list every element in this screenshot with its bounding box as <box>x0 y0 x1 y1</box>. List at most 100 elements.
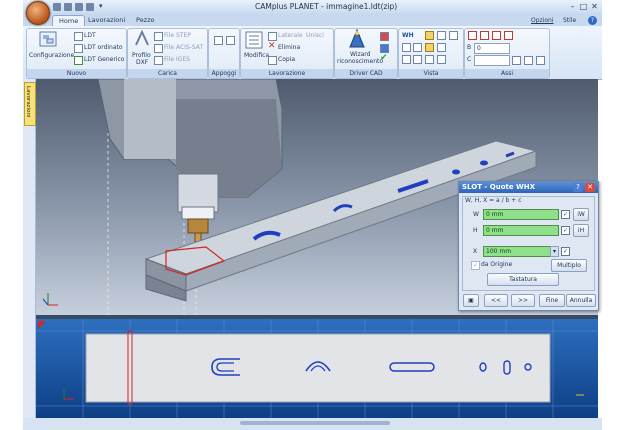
file-acis-icon <box>154 44 163 53</box>
h-input-button[interactable]: iH <box>573 224 589 237</box>
vista-top-icon[interactable] <box>449 31 458 40</box>
assi-link-icon[interactable] <box>536 56 545 65</box>
appoggi-edit-icon[interactable] <box>226 36 235 45</box>
tastatura-button[interactable]: Tastatura <box>487 273 559 286</box>
file-iges-icon <box>154 56 163 65</box>
x-label: X <box>473 248 478 255</box>
profilo-dxf-icon[interactable] <box>134 30 150 48</box>
w-label: W <box>473 211 479 218</box>
2d-scene <box>36 319 598 418</box>
minimize-icon[interactable]: – <box>568 2 577 11</box>
save-icon[interactable]: ▣ <box>463 294 479 307</box>
quick-access-dropdown-icon[interactable]: ▾ <box>99 2 103 10</box>
configurazione-button[interactable]: Configurazione <box>29 52 74 59</box>
group-lavorazione-label: Lavorazione <box>241 69 333 78</box>
w-input-button[interactable]: iW <box>573 208 589 221</box>
configurazione-icon[interactable] <box>38 30 58 48</box>
group-appoggi-label: Appoggi <box>209 69 239 78</box>
vista-wh-button[interactable]: WH <box>402 32 414 39</box>
horizontal-scrollbar[interactable] <box>240 421 390 425</box>
group-carica-label: Carica <box>128 69 207 78</box>
vista-front-icon[interactable] <box>437 31 446 40</box>
laterale-button[interactable]: Laterale <box>278 32 303 39</box>
modifica-button[interactable]: Modifica <box>244 52 269 59</box>
annulla-button[interactable]: Annulla <box>566 294 596 307</box>
vista-right-icon[interactable] <box>413 43 422 52</box>
da-origine-checkbox[interactable]: ✓ <box>471 261 480 270</box>
fine-button[interactable]: Fine <box>539 294 565 307</box>
copia-icon <box>268 56 277 65</box>
w-input[interactable]: 0 mm <box>483 209 559 220</box>
style-menu[interactable]: Stile <box>563 17 576 24</box>
assi-red-icon-4[interactable] <box>504 31 513 40</box>
file-iges-button[interactable]: File IGES <box>164 56 190 63</box>
group-nuovo-label: Nuovo <box>27 69 126 78</box>
assi-lock-icon[interactable] <box>524 56 533 65</box>
quick-access-save-icon[interactable] <box>75 3 83 11</box>
dialog-title: SLOT - Quote WHX <box>462 183 536 191</box>
vista-zoom-icon[interactable] <box>425 43 434 52</box>
copia-button[interactable]: Copia <box>278 56 295 63</box>
modifica-icon[interactable] <box>245 31 263 49</box>
unisci-button[interactable]: Unisci <box>306 32 324 39</box>
dialog-help-button[interactable]: ? <box>573 183 583 192</box>
tab-lavorazioni[interactable]: Lavorazioni <box>82 15 131 26</box>
application-menu-button[interactable] <box>26 1 50 25</box>
tab-pezzo[interactable]: Pezzo <box>130 15 161 26</box>
multiplo-button[interactable]: Multiplo <box>551 259 587 272</box>
elimina-icon: ✕ <box>268 41 276 51</box>
ldt-generico-icon <box>74 56 83 65</box>
next-button[interactable]: >> <box>511 294 535 307</box>
maximize-icon[interactable]: □ <box>579 2 588 11</box>
elimina-button[interactable]: Elimina <box>278 44 300 51</box>
wizard-icon[interactable] <box>348 29 366 49</box>
x-dropdown-icon[interactable]: ▾ <box>550 246 559 257</box>
riconoscimento-label[interactable]: riconoscimento <box>337 58 383 65</box>
driver-cad-red-icon[interactable] <box>380 32 389 41</box>
vista-iso-icon[interactable] <box>425 31 434 40</box>
dxf-button[interactable]: DXF <box>136 59 148 66</box>
vista-shade-icon[interactable] <box>437 55 446 64</box>
assi-b-input[interactable]: 0 <box>474 43 510 54</box>
dialog-close-button[interactable]: ✕ <box>585 183 595 192</box>
assi-red-icon-2[interactable] <box>480 31 489 40</box>
x-checkbox[interactable]: ✓ <box>561 247 570 256</box>
quick-access-print-icon[interactable] <box>86 3 94 11</box>
options-menu[interactable]: Opzioni <box>531 17 554 24</box>
profilo-button[interactable]: Profilo <box>132 52 151 59</box>
file-step-icon <box>154 32 163 41</box>
assi-c-input[interactable] <box>474 55 510 66</box>
assi-red-icon-3[interactable] <box>492 31 501 40</box>
2d-viewport[interactable] <box>36 319 598 418</box>
assi-red-icon-1[interactable] <box>468 31 477 40</box>
vista-wire-icon[interactable] <box>425 55 434 64</box>
confirm-check-icon[interactable]: ✔ <box>380 54 388 63</box>
quick-access-open-icon[interactable] <box>64 3 72 11</box>
quick-access-new-icon[interactable] <box>53 3 61 11</box>
help-icon[interactable]: ? <box>588 16 597 25</box>
assi-reset-icon[interactable] <box>512 56 521 65</box>
group-driver-cad-label: Driver CAD <box>335 69 397 78</box>
vista-rotate-icon[interactable] <box>402 55 411 64</box>
appoggi-icon[interactable] <box>214 36 223 45</box>
file-step-button[interactable]: File STEP <box>164 32 191 39</box>
vista-left-icon[interactable] <box>402 43 411 52</box>
vista-fit-icon[interactable] <box>413 55 422 64</box>
x-input[interactable]: 100 mm <box>483 246 553 257</box>
ldt-ordinato-button[interactable]: LDT ordinato <box>84 44 123 51</box>
vista-pan-icon[interactable] <box>437 43 446 52</box>
dialog-formula: W, H, X = a / b + c <box>465 197 522 204</box>
w-checkbox[interactable]: ✓ <box>561 210 570 219</box>
group-appoggi: Appoggi <box>208 28 240 79</box>
h-input[interactable]: 0 mm <box>483 225 559 236</box>
ldt-button[interactable]: LDT <box>84 32 96 39</box>
wizard-label[interactable]: Wizard <box>350 51 370 58</box>
ldt-generico-button[interactable]: LDT Generico <box>84 56 124 63</box>
da-origine-label: da Origine <box>481 261 513 268</box>
h-checkbox[interactable]: ✓ <box>561 226 570 235</box>
file-acis-button[interactable]: File ACIS-SAT <box>164 44 203 51</box>
previous-button[interactable]: << <box>484 294 508 307</box>
driver-cad-blue-icon[interactable] <box>380 44 389 53</box>
close-icon[interactable]: ✕ <box>590 2 599 11</box>
window-title: CAMplus PLANET - immagine1.ldt(zip) <box>255 2 398 11</box>
